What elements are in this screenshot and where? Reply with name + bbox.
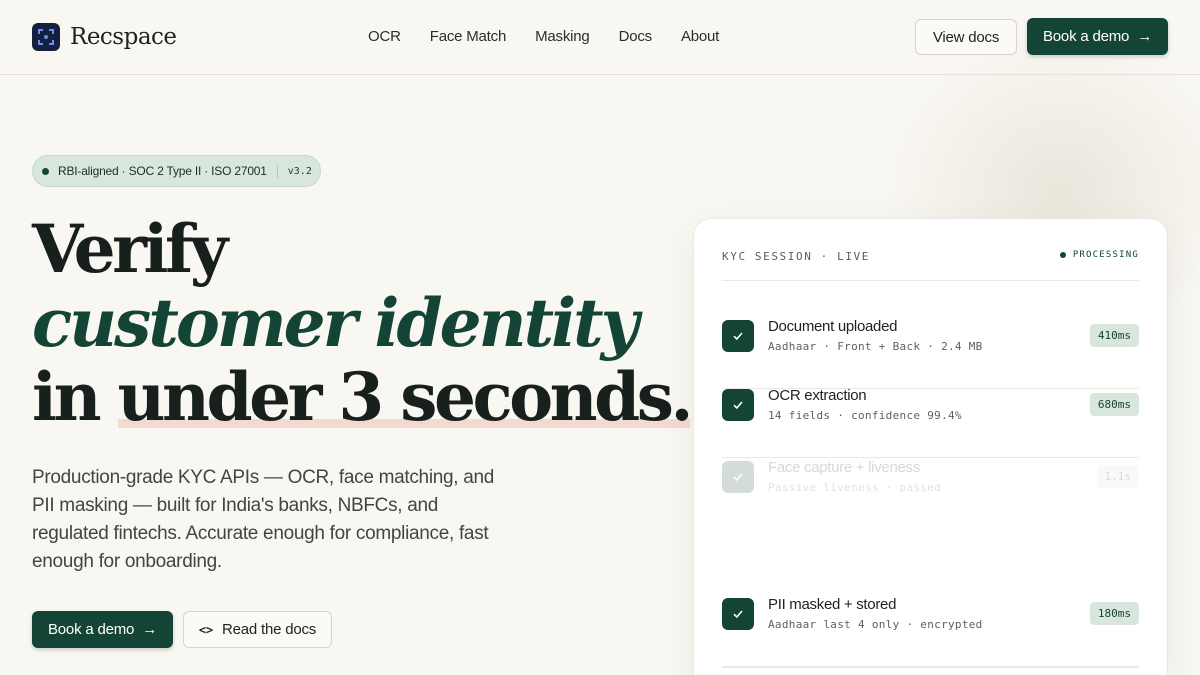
nav-links: OCR Face Match Masking Docs About	[368, 28, 748, 45]
step-document-uploaded: Document uploaded Aadhaar · Front + Back…	[722, 318, 1139, 389]
step-time-badge: 410ms	[1089, 324, 1139, 347]
hero-subcopy: Production-grade KYC APIs — OCR, face ma…	[32, 467, 495, 572]
step-meta: Passive liveness · passed	[768, 481, 942, 494]
headline-highlight: under 3 seconds.	[117, 358, 693, 436]
check-icon	[722, 461, 754, 493]
step-title: Face capture + liveness	[768, 459, 920, 476]
badge-text: RBI-aligned · SOC 2 Type II · ISO 27001	[58, 164, 267, 178]
cta-secondary-label: Read the docs	[221, 621, 317, 638]
step-time-badge: 680ms	[1089, 393, 1139, 416]
headline-line-2: customer identity	[32, 284, 639, 362]
headline-line-1: Verify	[32, 210, 228, 288]
step-title: OCR extraction	[768, 387, 867, 404]
hero-book-demo-button[interactable]: Book a demo →	[32, 611, 173, 648]
nav-book-demo-button[interactable]: Book a demo →	[1027, 18, 1168, 55]
arrow-right-icon: →	[1137, 28, 1152, 45]
badge-dot	[42, 167, 49, 175]
check-icon	[722, 389, 754, 421]
nav-link-face-match[interactable]: Face Match	[430, 28, 507, 45]
top-nav: Recspace OCR Face Match Masking Docs Abo…	[0, 0, 1200, 75]
card-header: KYC SESSION · LIVE PROCESSING	[722, 249, 1139, 281]
nav-link-docs[interactable]: Docs	[619, 28, 653, 45]
step-pii-masked: PII masked + stored Aadhaar last 4 only …	[722, 596, 1139, 667]
status-dot	[1059, 252, 1066, 258]
nav-link-about[interactable]: About	[681, 28, 719, 45]
session-title: KYC SESSION · LIVE	[722, 250, 871, 263]
step-meta: Aadhaar last 4 only · encrypted	[768, 618, 983, 631]
cta-primary-label: Book a demo	[47, 621, 135, 638]
book-demo-label: Book a demo	[1042, 28, 1130, 45]
nav-link-ocr[interactable]: OCR	[368, 28, 401, 45]
status-label: PROCESSING	[1072, 250, 1139, 260]
badge-divider	[276, 164, 278, 178]
check-icon	[722, 598, 754, 630]
arrow-right-icon: →	[142, 621, 157, 638]
read-docs-button[interactable]: <> Read the docs	[183, 611, 332, 648]
headline-line-3: in under 3 seconds.	[32, 358, 693, 436]
kyc-session-card: KYC SESSION · LIVE PROCESSING Document u…	[693, 218, 1168, 675]
step-face-capture: Face capture + liveness Passive liveness…	[722, 459, 1139, 530]
step-meta: Aadhaar · Front + Back · 2.4 MB	[768, 340, 983, 353]
step-title: Document uploaded	[768, 318, 898, 335]
headline-line-3-prefix: in	[32, 358, 118, 436]
card-divider	[722, 667, 1139, 668]
code-icon: <>	[198, 622, 213, 637]
step-time-badge: 180ms	[1089, 602, 1139, 625]
brand-name: Recspace	[70, 24, 177, 50]
hero-headline: Verify customer identity in under 3 seco…	[32, 210, 693, 436]
session-status: PROCESSING	[1059, 250, 1139, 260]
step-title: PII masked + stored	[768, 596, 897, 613]
brand-logo[interactable]: Recspace	[32, 23, 177, 51]
version-label: v3.2	[287, 165, 312, 177]
view-docs-label: View docs	[932, 28, 1000, 46]
check-icon	[722, 320, 754, 352]
step-meta: 14 fields · confidence 99.4%	[768, 409, 962, 422]
compliance-badge: RBI-aligned · SOC 2 Type II · ISO 27001 …	[32, 155, 321, 187]
step-time-badge: 1.1s	[1096, 465, 1139, 488]
nav-link-masking[interactable]: Masking	[535, 28, 590, 45]
view-docs-button[interactable]: View docs	[915, 19, 1017, 55]
scan-frame-icon	[32, 23, 60, 51]
step-ocr-extraction: OCR extraction 14 fields · confidence 99…	[722, 387, 1139, 458]
